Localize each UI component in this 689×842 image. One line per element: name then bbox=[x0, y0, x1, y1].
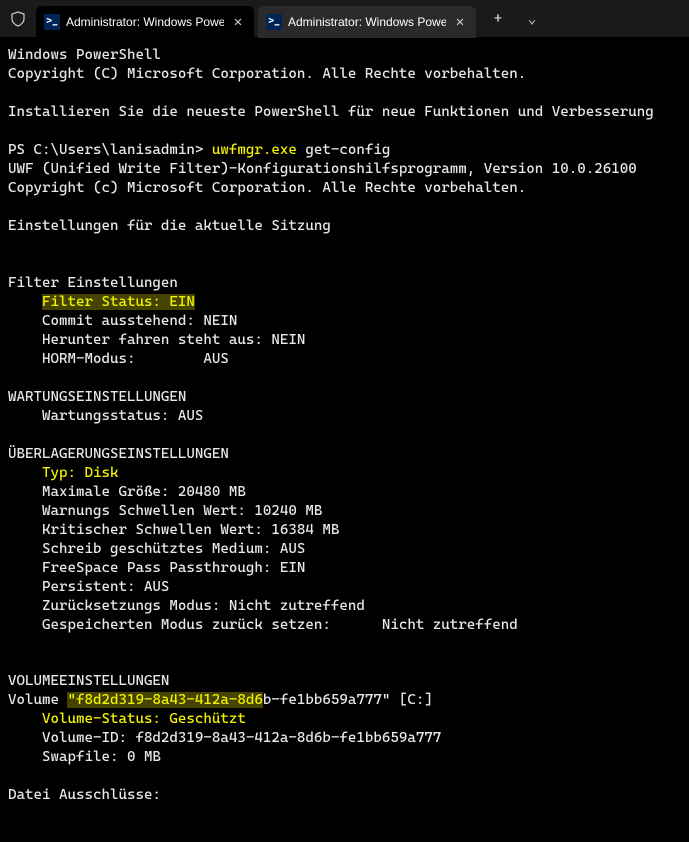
powershell-icon: >_ bbox=[44, 14, 60, 30]
line: Kritischer Schwellen Wert: 16384 MB bbox=[8, 522, 339, 538]
indent bbox=[8, 465, 42, 481]
line: HORM-Modus: AUS bbox=[8, 351, 229, 367]
indent bbox=[8, 294, 42, 310]
tab-inactive[interactable]: >_ Administrator: Windows Powe ✕ bbox=[258, 6, 476, 38]
line: Volume-ID: f8d2d319-8a43-412a-8d6b-fe1bb… bbox=[8, 730, 441, 746]
tab-active[interactable]: >_ Administrator: Windows Powe ✕ bbox=[36, 6, 254, 38]
line: Persistent: AUS bbox=[8, 579, 169, 595]
prompt: PS C:\Users\lanisadmin> bbox=[8, 142, 212, 158]
titlebar: >_ Administrator: Windows Powe ✕ >_ Admi… bbox=[0, 0, 689, 38]
line: WARTUNGSEINSTELLUNGEN bbox=[8, 389, 186, 405]
command-arg: get-config bbox=[297, 142, 390, 158]
terminal-output[interactable]: Windows PowerShell Copyright (C) Microso… bbox=[0, 38, 689, 813]
line: Einstellungen für die aktuelle Sitzung bbox=[8, 218, 331, 234]
chevron-down-icon[interactable]: ⌄ bbox=[522, 11, 542, 27]
line: Zurücksetzungs Modus: Nicht zutreffend bbox=[8, 598, 365, 614]
line: Schreib geschütztes Medium: AUS bbox=[8, 541, 305, 557]
indent bbox=[8, 711, 42, 727]
line: UWF (Unified Write Filter)-Konfiguration… bbox=[8, 161, 637, 177]
line: Datei Ausschlüsse: bbox=[8, 787, 161, 803]
filter-status: Filter Status: EIN bbox=[42, 294, 195, 310]
titlebar-actions: + ⌄ bbox=[488, 11, 542, 27]
tab-title: Administrator: Windows Powe bbox=[66, 15, 224, 29]
close-icon[interactable]: ✕ bbox=[452, 14, 468, 30]
line: Copyright (c) Microsoft Corporation. All… bbox=[8, 180, 526, 196]
line: Herunter fahren steht aus: NEIN bbox=[8, 332, 305, 348]
line: Copyright (C) Microsoft Corporation. All… bbox=[8, 66, 526, 82]
shield-icon bbox=[8, 9, 28, 29]
line: Filter Einstellungen bbox=[8, 275, 178, 291]
overlay-type: Typ: Disk bbox=[42, 465, 118, 481]
powershell-icon: >_ bbox=[266, 14, 282, 30]
line: Commit ausstehend: NEIN bbox=[8, 313, 237, 329]
line: Windows PowerShell bbox=[8, 47, 161, 63]
line: FreeSpace Pass Passthrough: EIN bbox=[8, 560, 305, 576]
line: Warnungs Schwellen Wert: 10240 MB bbox=[8, 503, 322, 519]
close-icon[interactable]: ✕ bbox=[230, 14, 246, 30]
line: Gespeicherten Modus zurück setzen: Nicht… bbox=[8, 617, 518, 633]
line: Volume bbox=[8, 692, 67, 708]
line: Swapfile: 0 MB bbox=[8, 749, 161, 765]
line: Installieren Sie die neueste PowerShell … bbox=[8, 104, 654, 120]
new-tab-button[interactable]: + bbox=[488, 11, 508, 27]
command: uwfmgr.exe bbox=[212, 142, 297, 158]
line: b-fe1bb659a777" [C:] bbox=[263, 692, 433, 708]
line: Maximale Größe: 20480 MB bbox=[8, 484, 246, 500]
line: ÜBERLAGERUNGSEINSTELLUNGEN bbox=[8, 446, 229, 462]
volume-status: Volume-Status: Geschützt bbox=[42, 711, 246, 727]
volume-id-hl: "f8d2d319-8a43-412a-8d6 bbox=[67, 692, 262, 708]
tab-title: Administrator: Windows Powe bbox=[288, 15, 446, 29]
line: Wartungsstatus: AUS bbox=[8, 408, 203, 424]
line: VOLUMEEINSTELLUNGEN bbox=[8, 673, 169, 689]
